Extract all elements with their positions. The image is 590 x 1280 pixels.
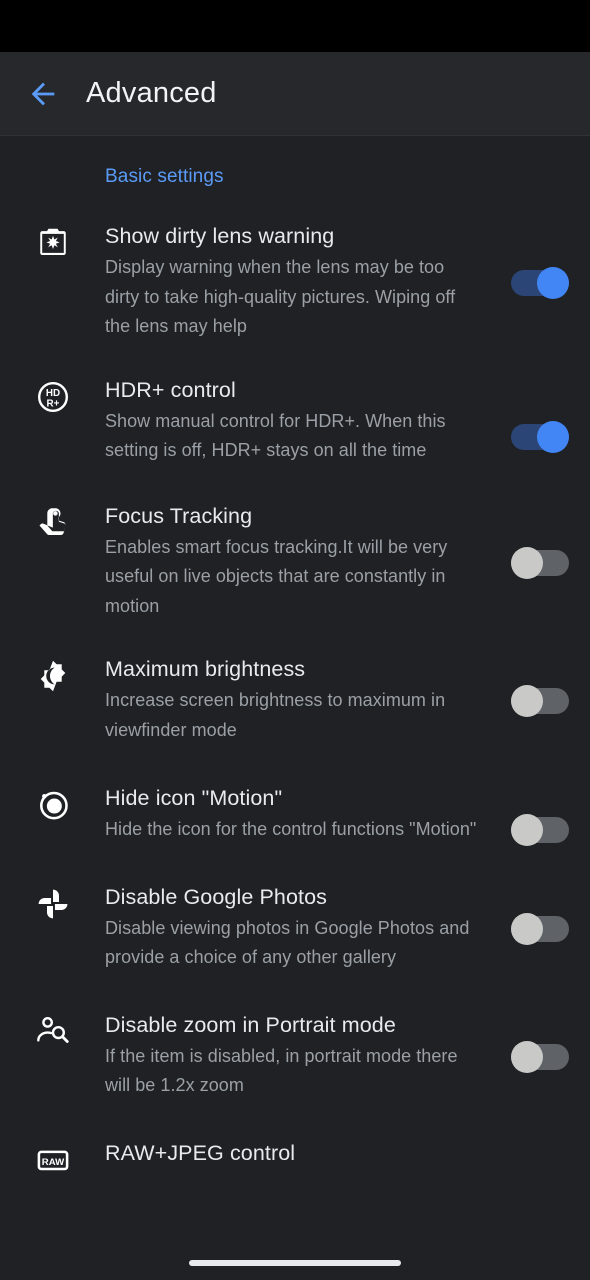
- section-header-basic-settings: Basic settings: [105, 166, 224, 187]
- setting-text: Hide icon "Motion" Hide the icon for the…: [105, 784, 490, 845]
- google-photos-icon: [0, 883, 105, 922]
- setting-title: HDR+ control: [105, 377, 236, 402]
- toggle-knob: [537, 267, 569, 299]
- setting-description: Disable viewing photos in Google Photos …: [105, 917, 470, 968]
- status-bar: [0, 0, 590, 52]
- setting-control: [490, 1011, 590, 1073]
- setting-row-maximum-brightness[interactable]: Maximum brightness Increase screen brigh…: [0, 655, 590, 745]
- setting-row-raw-jpeg-control[interactable]: RAW RAW+JPEG control: [0, 1139, 590, 1178]
- settings-list: Basic settings Show dirty lens warning D…: [0, 136, 590, 1280]
- setting-description: Enables smart focus tracking.It will be …: [105, 536, 448, 616]
- setting-row-hide-icon-motion[interactable]: Hide icon "Motion" Hide the icon for the…: [0, 784, 590, 846]
- toggle-knob: [537, 420, 569, 453]
- toggle-hide-icon-motion[interactable]: [511, 814, 569, 846]
- toggle-disable-zoom-portrait-mode[interactable]: [511, 1040, 569, 1073]
- setting-text: Maximum brightness Increase screen brigh…: [105, 655, 490, 745]
- svg-text:R+: R+: [46, 398, 59, 409]
- setting-row-show-dirty-lens-warning[interactable]: Show dirty lens warning Display warning …: [0, 222, 590, 342]
- touch-focus-icon: [0, 502, 105, 541]
- person-zoom-icon: [0, 1011, 105, 1050]
- setting-text: Disable zoom in Portrait mode If the ite…: [105, 1011, 490, 1101]
- setting-description: If the item is disabled, in portrait mod…: [105, 1045, 458, 1096]
- toggle-knob: [511, 814, 543, 846]
- setting-text: Disable Google Photos Disable viewing ph…: [105, 883, 490, 973]
- raw-icon: RAW: [0, 1139, 105, 1178]
- back-button[interactable]: [12, 63, 74, 125]
- dirty-lens-icon: [0, 222, 105, 261]
- toggle-hdr-plus-control[interactable]: [511, 420, 569, 453]
- setting-title: RAW+JPEG control: [105, 1140, 296, 1165]
- toggle-maximum-brightness[interactable]: [511, 685, 569, 717]
- app-bar: Advanced: [0, 52, 590, 135]
- toggle-disable-google-photos[interactable]: [511, 912, 569, 945]
- setting-title: Maximum brightness: [105, 657, 306, 681]
- toggle-knob: [511, 685, 543, 717]
- toggle-knob: [511, 912, 543, 945]
- hdr-plus-icon: HD R+: [0, 376, 105, 415]
- setting-title: Focus Tracking: [105, 503, 253, 528]
- motion-icon: [0, 784, 105, 823]
- setting-row-hdr-plus-control[interactable]: HD R+ HDR+ control Show manual control f…: [0, 376, 590, 466]
- setting-row-disable-google-photos[interactable]: Disable Google Photos Disable viewing ph…: [0, 883, 590, 973]
- setting-title: Hide icon "Motion": [105, 786, 283, 810]
- setting-text: HDR+ control Show manual control for HDR…: [105, 376, 490, 466]
- setting-description: Hide the icon for the control functions …: [105, 819, 477, 839]
- svg-text:RAW: RAW: [41, 1157, 64, 1168]
- setting-control: [490, 655, 590, 717]
- settings-screen: Advanced Basic settings Show dirty lens …: [0, 0, 590, 1280]
- setting-description: Display warning when the lens may be too…: [105, 257, 456, 336]
- setting-text: Show dirty lens warning Display warning …: [105, 222, 490, 342]
- setting-control: [490, 502, 590, 579]
- setting-control: [490, 376, 590, 453]
- toggle-show-dirty-lens-warning[interactable]: [511, 267, 569, 299]
- setting-title: Show dirty lens warning: [105, 224, 335, 248]
- setting-description: Increase screen brightness to maximum in…: [105, 690, 446, 740]
- setting-control: [490, 222, 590, 299]
- setting-control: [490, 784, 590, 846]
- setting-title: Disable Google Photos: [105, 884, 328, 909]
- toggle-knob: [511, 546, 543, 579]
- page-title: Advanced: [86, 77, 217, 109]
- setting-text: Focus Tracking Enables smart focus track…: [105, 502, 490, 622]
- setting-control: [490, 883, 590, 945]
- toggle-knob: [511, 1040, 543, 1073]
- home-indicator[interactable]: [189, 1260, 401, 1266]
- brightness-icon: [0, 655, 105, 694]
- setting-title: Disable zoom in Portrait mode: [105, 1012, 396, 1037]
- setting-row-focus-tracking[interactable]: Focus Tracking Enables smart focus track…: [0, 502, 590, 622]
- setting-row-disable-zoom-portrait-mode[interactable]: Disable zoom in Portrait mode If the ite…: [0, 1011, 590, 1101]
- setting-description: Show manual control for HDR+. When this …: [105, 410, 446, 461]
- arrow-left-icon: [31, 82, 55, 105]
- toggle-focus-tracking[interactable]: [511, 546, 569, 579]
- setting-text: RAW+JPEG control: [105, 1139, 490, 1167]
